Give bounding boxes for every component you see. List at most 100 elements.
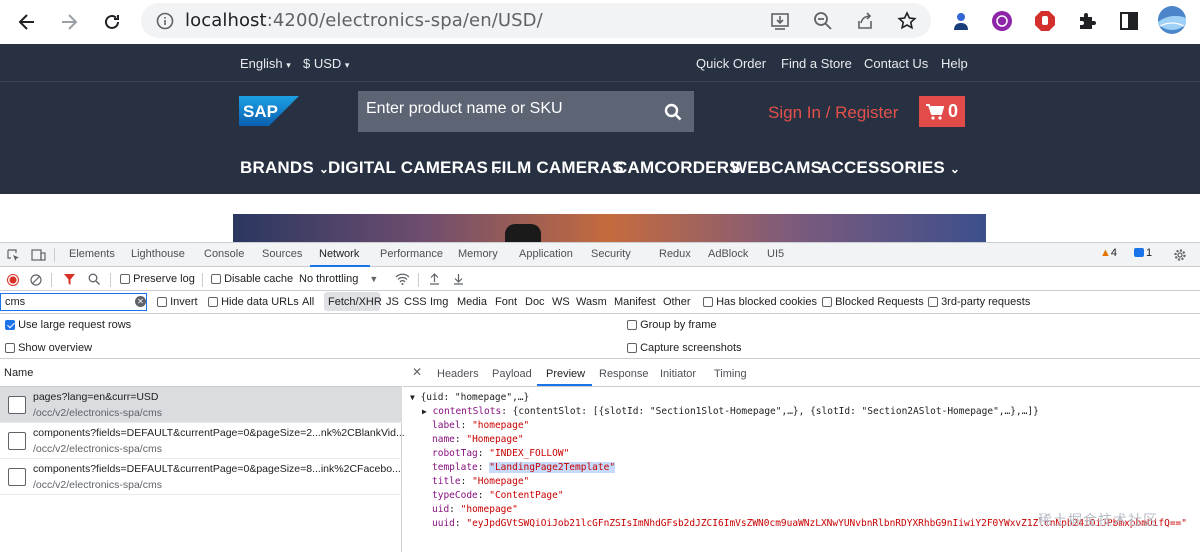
export-har-icon[interactable] [452,272,464,285]
request-row[interactable]: pages?lang=en&curr=USD /occ/v2/electroni… [0,387,402,423]
filter-type-js[interactable]: JS [386,296,399,308]
sap-logo[interactable]: SAP [239,96,299,131]
filter-type-ws[interactable]: WS [552,296,570,308]
checkbox[interactable] [928,297,938,308]
checkbox[interactable] [5,343,15,354]
tab-ui5[interactable]: UI5 [767,248,784,260]
info-icon[interactable] [153,9,177,33]
share-icon[interactable] [853,9,877,33]
profile-avatar-icon[interactable] [1157,5,1187,35]
filter-type-img[interactable]: Img [430,296,448,308]
search-input[interactable]: Enter product name or SKU [366,100,563,118]
clear-icon[interactable] [29,273,42,286]
tab-elements[interactable]: Elements [69,248,115,260]
filter-type-all[interactable]: All [302,296,314,308]
zoom-icon[interactable] [811,9,835,33]
throttling-select[interactable]: No throttling ▼ [299,273,378,285]
puzzle-icon[interactable] [1075,9,1099,33]
install-icon[interactable] [768,9,792,33]
filter-input[interactable]: cms [5,296,25,308]
filter-type-other[interactable]: Other [663,296,691,308]
third-party-checkbox[interactable]: 3rd-party requests [928,296,1030,308]
tab-security[interactable]: Security [591,248,631,260]
warnings-badge[interactable]: ▲4 [1100,247,1117,259]
tab-performance[interactable]: Performance [380,248,443,260]
settings-gear-icon[interactable] [1172,247,1187,262]
filter-type-fetch-xhr[interactable]: Fetch/XHR [328,296,382,308]
checkbox[interactable] [703,297,713,308]
signin-register-link[interactable]: Sign In / Register [768,103,898,123]
reload-icon[interactable] [96,6,128,38]
filter-type-media[interactable]: Media [457,296,487,308]
filter-type-font[interactable]: Font [495,296,517,308]
search-icon[interactable] [664,103,682,126]
filter-type-css[interactable]: CSS [404,296,427,308]
show-overview-checkbox[interactable]: Show overview [5,342,92,354]
tab-redux[interactable]: Redux [659,248,691,260]
checkbox[interactable] [208,297,218,308]
filter-icon[interactable] [63,273,75,285]
blocked-cookies-checkbox[interactable]: Has blocked cookies [703,296,817,308]
checkbox[interactable] [627,343,637,354]
forward-arrow-icon[interactable] [53,6,85,38]
filter-type-manifest[interactable]: Manifest [614,296,656,308]
checkbox[interactable] [157,297,167,308]
address-bar[interactable]: localhost:4200/electronics-spa/en/USD/ [141,3,931,38]
request-row[interactable]: components?fields=DEFAULT&currentPage=0&… [0,459,402,495]
tab-console[interactable]: Console [204,248,244,260]
checkbox[interactable] [627,320,637,331]
link-help[interactable]: Help [941,56,968,71]
checkbox[interactable] [211,274,221,285]
preview-contentslots[interactable]: ▶ contentSlots: {contentSlot: [{slotId: … [422,406,1039,417]
filter-type-doc[interactable]: Doc [525,296,545,308]
large-rows-checkbox[interactable]: Use large request rows [5,319,131,331]
ext-person-icon[interactable] [949,9,973,33]
tab-headers[interactable]: Headers [437,368,479,380]
blocked-requests-checkbox[interactable]: Blocked Requests [822,296,924,308]
nav-accessories[interactable]: ACCESSORIES ⌄ [819,158,960,178]
nav-digital-cameras[interactable]: DIGITAL CAMERAS ⌄ [328,158,503,178]
tab-lighthouse[interactable]: Lighthouse [131,248,185,260]
search-icon[interactable] [87,272,100,285]
invert-checkbox[interactable]: Invert [157,296,198,308]
tab-application[interactable]: Application [519,248,573,260]
back-arrow-icon[interactable] [11,6,43,38]
preview-root[interactable]: ▼ {uid: "homepage",…} [410,392,529,403]
star-icon[interactable] [895,9,919,33]
link-quick-order[interactable]: Quick Order [696,56,766,71]
network-conditions-icon[interactable] [394,272,410,286]
link-contact-us[interactable]: Contact Us [864,56,928,71]
hide-data-urls-checkbox[interactable]: Hide data URLs [208,296,299,308]
hero-banner-image[interactable] [233,214,986,242]
tab-adblock[interactable]: AdBlock [708,248,748,260]
preserve-log-checkbox[interactable]: Preserve log [120,273,195,285]
filter-type-wasm[interactable]: Wasm [576,296,607,308]
sidepanel-icon[interactable] [1117,9,1141,33]
close-icon[interactable]: ✕ [412,365,422,379]
checkbox[interactable] [822,297,832,308]
clear-filter-icon[interactable]: ✕ [135,296,146,307]
checkbox[interactable] [5,320,15,331]
name-column-header[interactable]: Name [4,367,33,379]
currency-selector[interactable]: $ USD ▾ [303,56,349,71]
link-find-store[interactable]: Find a Store [781,56,852,71]
tab-sources[interactable]: Sources [262,248,302,260]
tab-memory[interactable]: Memory [458,248,498,260]
tab-initiator[interactable]: Initiator [660,368,696,380]
request-row[interactable]: components?fields=DEFAULT&currentPage=0&… [0,423,405,459]
nav-camcorders[interactable]: CAMCORDERS [615,158,741,178]
tab-response[interactable]: Response [599,368,649,380]
tab-network[interactable]: Network [319,248,359,260]
filter-input-box[interactable]: cms ✕ [0,293,147,311]
cart-button[interactable]: 0 [919,96,965,127]
device-toolbar-icon[interactable] [30,248,46,262]
search-box[interactable]: Enter product name or SKU [358,91,694,132]
import-har-icon[interactable] [428,272,440,285]
ext-purple-icon[interactable] [990,9,1014,33]
language-selector[interactable]: English ▾ [240,56,291,71]
tab-payload[interactable]: Payload [492,368,532,380]
record-icon[interactable] [6,273,19,286]
inspect-icon[interactable] [6,248,20,262]
nav-brands[interactable]: BRANDS ⌄ [240,158,329,178]
ext-shield-icon[interactable] [1033,9,1057,33]
